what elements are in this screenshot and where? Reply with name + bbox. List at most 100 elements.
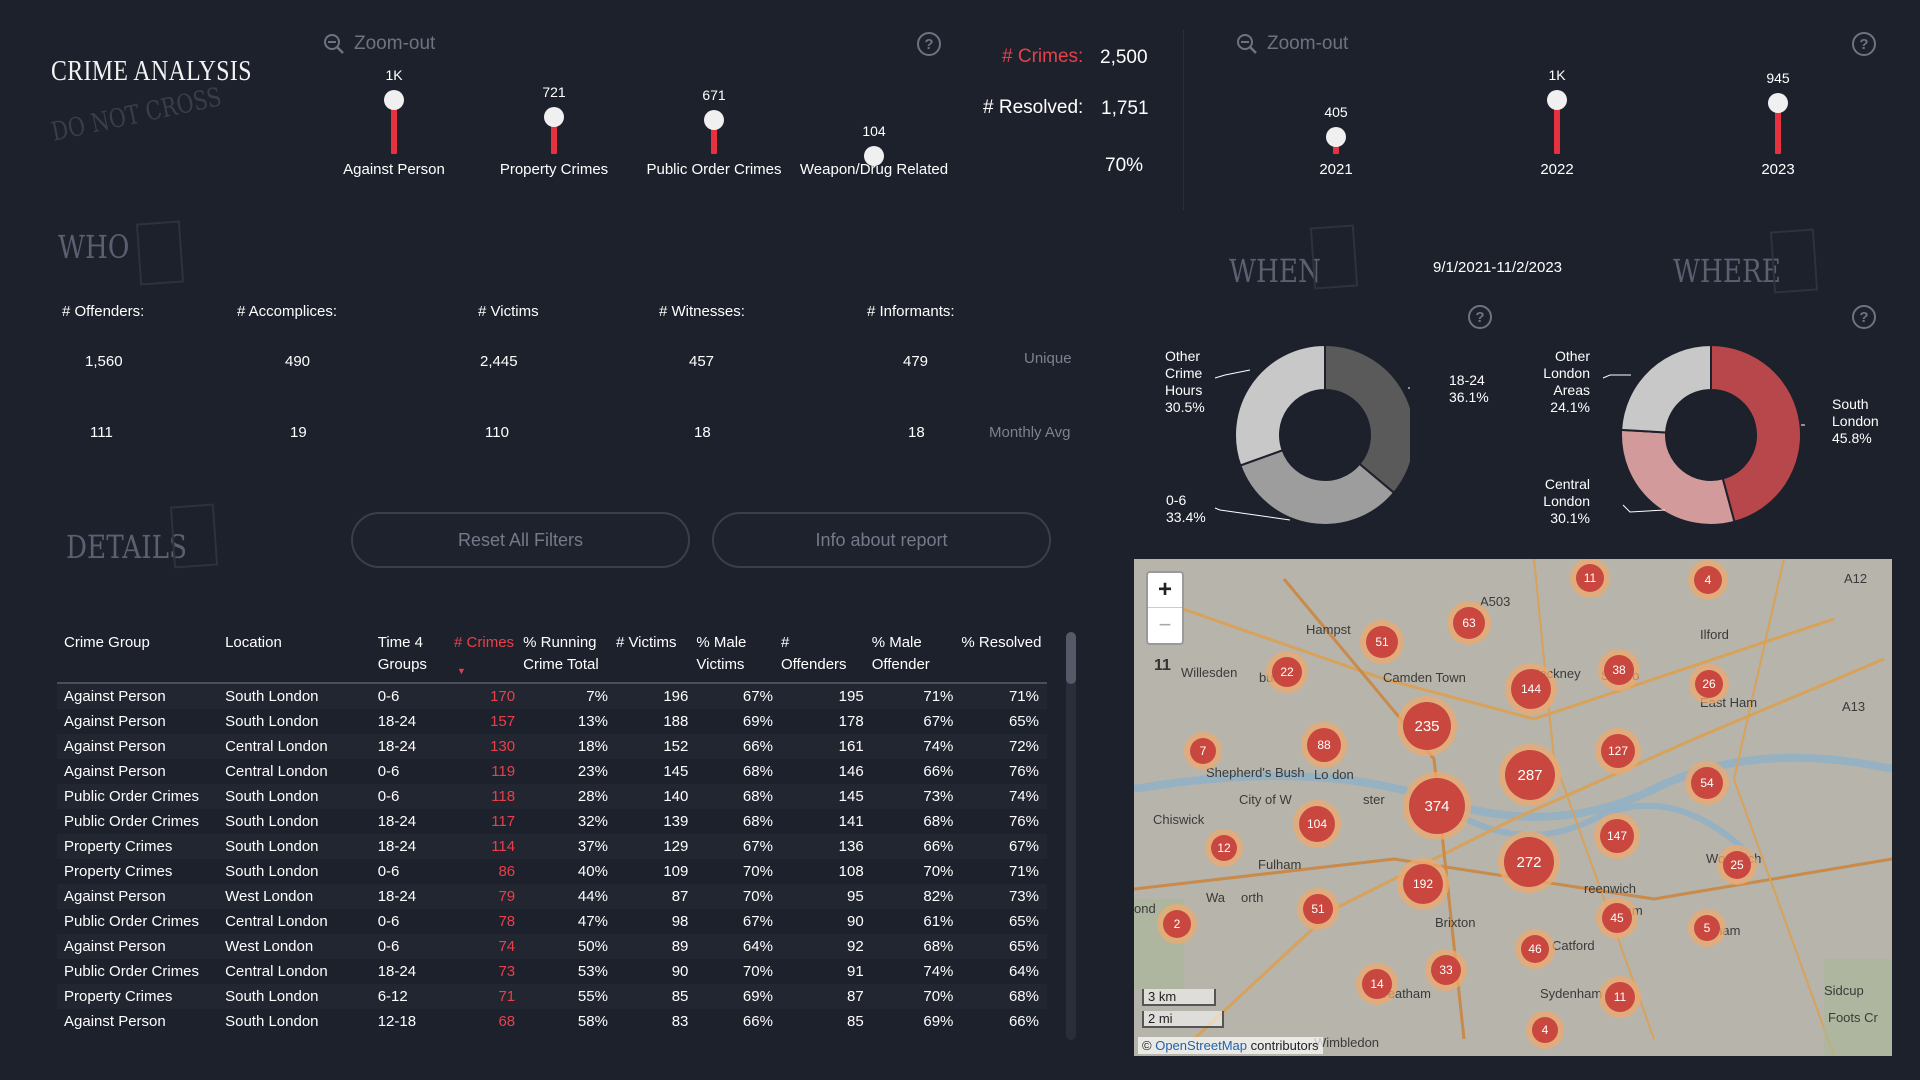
table-row[interactable]: Public Order Crimes Central London 18-24 73… — [57, 959, 1047, 984]
map-cluster-marker[interactable]: 38 — [1598, 649, 1640, 691]
table-cell: 145 — [780, 784, 872, 809]
table-cell: Property Crimes — [57, 834, 226, 859]
help-icon-where[interactable]: ? — [1852, 305, 1876, 329]
map-cluster-marker[interactable]: 4 — [1526, 1011, 1564, 1049]
map-cluster-count: 4 — [1532, 1017, 1558, 1043]
map-cluster-count: 14 — [1362, 969, 1392, 999]
table-row[interactable]: Property Crimes South London 0-6 86 40% 109 70… — [57, 859, 1047, 884]
map-cluster-marker[interactable]: 45 — [1596, 897, 1638, 939]
map-cluster-marker[interactable]: 192 — [1397, 858, 1449, 910]
map-cluster-marker[interactable]: 12 — [1205, 829, 1243, 867]
table-row[interactable]: Public Order Crimes Central London 0-6 78 47… — [57, 909, 1047, 934]
table-cell: 74% — [923, 963, 954, 980]
app-title: CRIME ANALYSIS — [51, 55, 252, 87]
col-header-location[interactable]: Location — [225, 632, 378, 683]
map-cluster-marker[interactable]: 374 — [1403, 772, 1471, 840]
table-row[interactable]: Property Crimes South London 18-24 114 37% 12… — [57, 834, 1047, 859]
map-cluster-marker[interactable]: 11 — [1599, 976, 1641, 1018]
col-header-male-offender[interactable]: % Male Offender — [872, 632, 962, 683]
col-header-crimes[interactable]: # Crimes ▼ — [454, 632, 523, 683]
map-zoom-in-button[interactable]: + — [1148, 573, 1182, 608]
col-header-victims[interactable]: # Victims — [616, 632, 696, 683]
table-row[interactable]: Against Person Central London 18-24 130 18% 1… — [57, 734, 1047, 759]
table-cell: 196 — [615, 683, 697, 709]
map-cluster-count: 46 — [1521, 935, 1549, 963]
crime-group-category-label-0: Against Person — [343, 161, 445, 178]
table-row[interactable]: Property Crimes South London 6-12 71 55% 85 69… — [57, 984, 1047, 1009]
table-row[interactable]: Against Person West London 0-6 74 50% 89 64% 92… — [57, 934, 1047, 959]
where-label-other: Other London Areas 24.1% — [1543, 348, 1590, 415]
when-slice-2[interactable] — [1234, 343, 1326, 467]
map-cluster-count: 88 — [1307, 728, 1341, 762]
table-row[interactable]: Against Person West London 18-24 79 44% 87 70%… — [57, 884, 1047, 909]
crime-cluster-map[interactable]: HampstCamden TownHackneyStratfoIlfordEas… — [1134, 559, 1892, 1056]
map-cluster-marker[interactable]: 147 — [1594, 813, 1640, 859]
table-scrollbar[interactable] — [1066, 632, 1076, 1040]
col-header-offenders[interactable]: # Offenders — [781, 632, 872, 683]
table-row[interactable]: Against Person South London 12-18 68 58% 83 66… — [57, 1009, 1047, 1034]
map-place-label: Foots Cr — [1828, 1010, 1878, 1025]
map-cluster-marker[interactable]: 127 — [1595, 728, 1641, 774]
map-place-label: Wa — [1206, 890, 1226, 905]
map-cluster-marker[interactable]: 7 — [1184, 732, 1222, 770]
osm-link[interactable]: OpenStreetMap — [1155, 1038, 1247, 1053]
map-cluster-marker[interactable]: 11 — [1570, 559, 1610, 598]
col-header-time-groups[interactable]: Time 4 Groups — [378, 632, 454, 683]
table-row[interactable]: Against Person South London 18-24 157 13% 188… — [57, 709, 1047, 734]
map-cluster-count: 374 — [1409, 778, 1465, 834]
who-header-3: # Witnesses: — [659, 303, 745, 320]
year-knob-1 — [1547, 90, 1567, 110]
col-header-resolved[interactable]: % Resolved — [961, 632, 1047, 683]
table-cell: 68% — [871, 934, 962, 959]
map-cluster-marker[interactable]: 287 — [1499, 744, 1561, 806]
map-cluster-marker[interactable]: 25 — [1717, 845, 1757, 885]
map-zoom-out-button[interactable]: − — [1148, 608, 1182, 643]
table-cell: 71% — [961, 683, 1047, 709]
table-row[interactable]: Against Person Central London 0-6 119 23% 145… — [57, 759, 1047, 784]
resolved-pct: 70% — [1105, 155, 1144, 176]
table-cell: 70% — [871, 984, 962, 1009]
col-header-male-victims[interactable]: % Male Victims — [696, 632, 781, 683]
table-cell: 141 — [838, 813, 864, 830]
map-cluster-marker[interactable]: 46 — [1515, 929, 1555, 969]
table-cell: 18-24 — [377, 713, 417, 730]
help-icon-when[interactable]: ? — [1468, 305, 1492, 329]
reset-all-filters-button[interactable]: Reset All Filters — [351, 512, 690, 568]
map-cluster-count: 33 — [1431, 955, 1461, 985]
map-cluster-marker[interactable]: 22 — [1266, 651, 1308, 693]
map-cluster-marker[interactable]: 2 — [1157, 904, 1197, 944]
table-cell: 73% — [871, 784, 962, 809]
map-cluster-marker[interactable]: 63 — [1447, 601, 1491, 645]
table-row[interactable]: Public Order Crimes South London 0-6 118 28%… — [57, 784, 1047, 809]
map-cluster-marker[interactable]: 235 — [1397, 696, 1457, 756]
table-cell: 66% — [742, 1013, 773, 1030]
map-cluster-count: 7 — [1190, 738, 1216, 764]
map-cluster-marker[interactable]: 51 — [1360, 620, 1404, 664]
zoom-out-button-groups[interactable]: Zoom-out — [322, 32, 435, 56]
map-cluster-marker[interactable]: 5 — [1688, 909, 1726, 947]
map-cluster-marker[interactable]: 104 — [1293, 800, 1341, 848]
help-icon-groups[interactable]: ? — [917, 32, 941, 56]
map-cluster-marker[interactable]: 14 — [1356, 963, 1398, 1005]
map-cluster-marker[interactable]: 51 — [1297, 888, 1339, 930]
map-cluster-marker[interactable]: 54 — [1685, 761, 1729, 805]
table-row[interactable]: Against Person South London 0-6 170 7% 196 67%… — [57, 683, 1047, 709]
map-cluster-marker[interactable]: 272 — [1498, 831, 1560, 893]
where-slice-2[interactable] — [1620, 343, 1712, 434]
col-header-crime-group[interactable]: Crime Group — [57, 632, 225, 683]
map-cluster-marker[interactable]: 33 — [1425, 949, 1467, 991]
who-monthly-value-3: 18 — [694, 424, 711, 441]
table-scrollbar-thumb[interactable] — [1066, 632, 1076, 684]
info-about-report-button[interactable]: Info about report — [712, 512, 1051, 568]
zoom-out-button-years[interactable]: Zoom-out — [1235, 32, 1348, 56]
table-cell: 95 — [780, 884, 872, 909]
where-slice-1[interactable] — [1620, 428, 1736, 526]
resolved-total-label: # Resolved: — [983, 97, 1084, 118]
table-row[interactable]: Public Order Crimes South London 18-24 117 3… — [57, 809, 1047, 834]
col-header-running-total[interactable]: % Running Crime Total — [523, 632, 616, 683]
map-cluster-marker[interactable]: 88 — [1301, 722, 1347, 768]
map-cluster-marker[interactable]: 26 — [1689, 664, 1729, 704]
map-cluster-marker[interactable]: 144 — [1505, 663, 1557, 715]
help-icon-years[interactable]: ? — [1852, 32, 1876, 56]
map-cluster-marker[interactable]: 4 — [1688, 560, 1728, 600]
